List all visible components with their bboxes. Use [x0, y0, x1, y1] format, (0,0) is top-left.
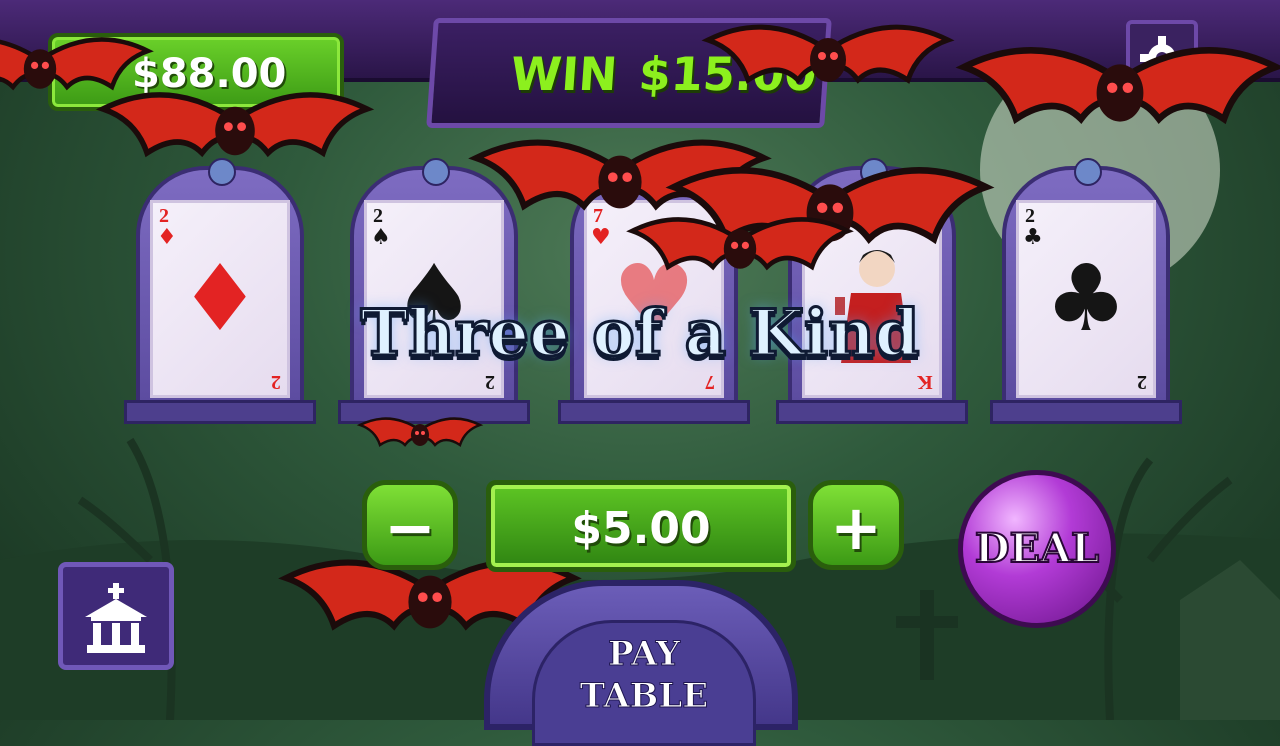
win-label: WIN: [509, 47, 620, 101]
paytable-inner: PAY TABLE: [532, 620, 756, 746]
paytable-line2: TABLE: [579, 676, 709, 717]
settings-button[interactable]: [1126, 20, 1198, 98]
card-rank-bottom: 7: [705, 371, 715, 393]
gear-icon: [1140, 36, 1184, 80]
skull-icon: [1074, 158, 1102, 186]
card-suit: ♥: [809, 225, 829, 250]
card-suit: ♣: [1023, 225, 1043, 250]
card-slot-1[interactable]: 2 ♦ ♦ 2: [124, 152, 316, 424]
skull-icon: [208, 158, 236, 186]
hand-result-banner: Three of a Kind: [359, 295, 921, 373]
tombstone-base: [776, 400, 968, 424]
increase-bet-button[interactable]: +: [808, 480, 904, 570]
tombstone-base: [338, 400, 530, 424]
card-slot-5[interactable]: 2 ♣ ♣ 2: [990, 152, 1182, 424]
card-rank-bottom: K: [917, 371, 933, 393]
card-rank-bottom: 2: [1137, 371, 1147, 393]
minus-icon: −: [384, 491, 436, 564]
card-suit: ♥: [591, 225, 611, 250]
card-suit: ♠: [371, 225, 391, 250]
bet-amount: $5.00: [571, 503, 711, 554]
card-rank-bottom: 2: [271, 371, 281, 393]
skull-icon: [860, 158, 888, 186]
skull-icon: [422, 158, 450, 186]
tombstone-base: [124, 400, 316, 424]
card-suit: ♦: [157, 225, 177, 250]
bet-amount-display: $5.00: [486, 480, 796, 572]
skull-icon: [642, 158, 670, 186]
chapel-icon: [85, 583, 147, 653]
plus-icon: +: [830, 491, 882, 564]
tombstone-base: [990, 400, 1182, 424]
win-panel: WIN $15.00: [426, 18, 832, 128]
tombstone-base: [558, 400, 750, 424]
win-amount: $15.00: [637, 47, 819, 101]
balance-display: $88.00: [48, 33, 344, 111]
paytable-line1: PAY: [607, 634, 681, 675]
decrease-bet-button[interactable]: −: [362, 480, 458, 570]
card-slot-2[interactable]: 2 ♠ ♠ 2: [338, 152, 530, 424]
card-slot-3[interactable]: 7 ♥ ♥ 7: [558, 152, 750, 424]
balance-value: $88.00: [132, 51, 287, 97]
deal-button[interactable]: DEAL: [958, 470, 1116, 628]
home-button[interactable]: [58, 562, 174, 670]
deal-label: DEAL: [974, 524, 1100, 573]
card-slot-4[interactable]: K ♥ K: [776, 152, 968, 424]
card-rank-bottom: 2: [485, 371, 495, 393]
